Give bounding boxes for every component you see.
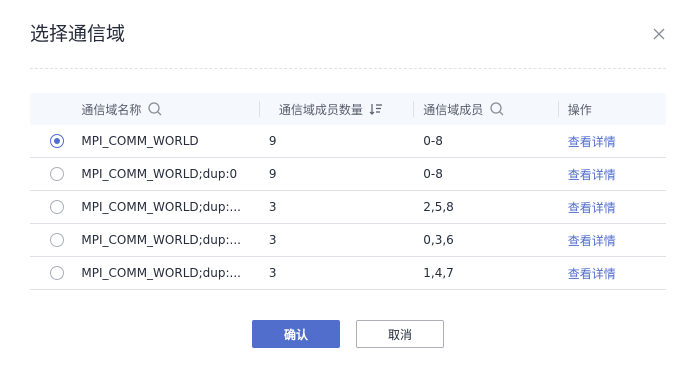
header-operation-label: 操作 <box>567 102 592 117</box>
header-name: 通信域名称 <box>81 93 258 125</box>
row-name-cell: MPI_COMM_WORLD;dup:0 <box>81 158 258 191</box>
row-count: 3 <box>268 200 277 214</box>
close-button[interactable] <box>650 25 668 43</box>
search-icon[interactable] <box>489 101 505 117</box>
row-name: MPI_COMM_WORLD <box>81 134 199 148</box>
row-members: 0-8 <box>423 134 443 148</box>
row-members: 0-8 <box>423 167 443 181</box>
view-details-link[interactable]: 查看详情 <box>568 234 616 248</box>
row-action-cell: 查看详情 <box>558 158 666 191</box>
row-members: 0,3,6 <box>423 233 454 247</box>
row-action-cell: 查看详情 <box>558 191 666 224</box>
row-name-cell: MPI_COMM_WORLD;dup:... <box>81 257 258 290</box>
sort-icon[interactable] <box>369 102 383 116</box>
row-count: 9 <box>268 167 277 181</box>
cancel-button[interactable]: 取消 <box>356 320 444 348</box>
table-header-row: 通信域名称 通信域成员数量 通信域成员 操作 <box>30 93 666 125</box>
table-row[interactable]: MPI_COMM_WORLD;dup:... 3 0,3,6 查看详情 <box>30 224 666 257</box>
row-select-cell <box>30 125 81 158</box>
row-select-cell <box>30 191 81 224</box>
row-name: MPI_COMM_WORLD;dup:... <box>81 200 241 214</box>
row-radio[interactable] <box>50 233 64 247</box>
row-count: 3 <box>268 266 277 280</box>
row-radio[interactable] <box>50 200 64 214</box>
row-name: MPI_COMM_WORLD;dup:0 <box>81 167 238 181</box>
row-name: MPI_COMM_WORLD;dup:... <box>81 233 241 247</box>
row-radio[interactable] <box>50 134 64 148</box>
header-select <box>30 93 81 125</box>
row-select-cell <box>30 224 81 257</box>
row-select-cell <box>30 158 81 191</box>
row-action-cell: 查看详情 <box>558 257 666 290</box>
view-details-link[interactable]: 查看详情 <box>568 201 616 215</box>
title-divider <box>30 68 666 69</box>
header-name-label: 通信域名称 <box>81 102 142 117</box>
confirm-button[interactable]: 确认 <box>252 320 340 348</box>
row-action-cell: 查看详情 <box>558 224 666 257</box>
row-name-cell: MPI_COMM_WORLD <box>81 125 258 158</box>
header-count: 通信域成员数量 <box>258 93 413 125</box>
row-count: 9 <box>268 134 277 148</box>
row-select-cell <box>30 257 81 290</box>
row-members: 2,5,8 <box>423 200 454 214</box>
select-communicator-dialog: 选择通信域 通信域名称 通信域成员数量 通信域成员 操作 MPI_COMM_WO… <box>0 0 698 379</box>
view-details-link[interactable]: 查看详情 <box>568 135 616 149</box>
row-count: 3 <box>268 233 277 247</box>
row-members: 1,4,7 <box>423 266 454 280</box>
row-radio[interactable] <box>50 167 64 181</box>
table-row[interactable]: MPI_COMM_WORLD 9 0-8 查看详情 <box>30 125 666 158</box>
close-icon <box>653 25 665 44</box>
header-members: 通信域成员 <box>413 93 557 125</box>
header-members-label: 通信域成员 <box>423 102 484 117</box>
row-action-cell: 查看详情 <box>558 125 666 158</box>
view-details-link[interactable]: 查看详情 <box>568 168 616 182</box>
dialog-title: 选择通信域 <box>30 23 126 45</box>
table-row[interactable]: MPI_COMM_WORLD;dup:0 9 0-8 查看详情 <box>30 158 666 191</box>
header-count-label: 通信域成员数量 <box>278 102 363 117</box>
communicator-table: 通信域名称 通信域成员数量 通信域成员 操作 MPI_COMM_WORLD 9 … <box>30 93 666 290</box>
view-details-link[interactable]: 查看详情 <box>568 267 616 281</box>
row-name-cell: MPI_COMM_WORLD;dup:... <box>81 191 258 224</box>
table-row[interactable]: MPI_COMM_WORLD;dup:... 3 1,4,7 查看详情 <box>30 257 666 290</box>
search-icon[interactable] <box>147 101 163 117</box>
table-row[interactable]: MPI_COMM_WORLD;dup:... 3 2,5,8 查看详情 <box>30 191 666 224</box>
row-name: MPI_COMM_WORLD;dup:... <box>81 266 241 280</box>
row-name-cell: MPI_COMM_WORLD;dup:... <box>81 224 258 257</box>
header-operation: 操作 <box>557 93 666 125</box>
row-radio[interactable] <box>50 266 64 280</box>
